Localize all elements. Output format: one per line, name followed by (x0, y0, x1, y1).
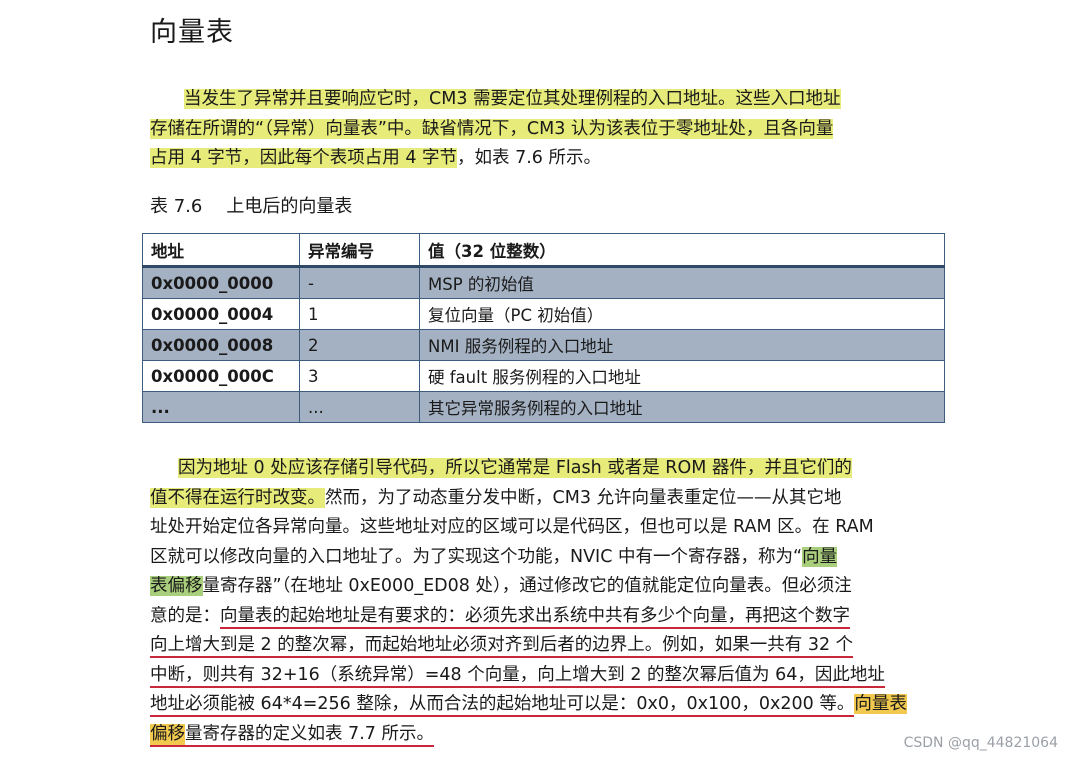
text-line: 值不得在运行时改变。然而，为了动态重分发中断，CM3 允许向量表重定位——从其它… (150, 484, 940, 514)
cell-exception-number: 3 (299, 360, 420, 392)
highlighted-text: 值不得在运行时改变。 (150, 487, 325, 508)
plain-text: 然而，为了动态重分发中断，CM3 允许向量表重定位——从其它地 (325, 487, 842, 508)
text-line: 区就可以修改向量的入口地址了。为了实现这个功能，NVIC 中有一个寄存器，称为“… (150, 543, 940, 573)
table-row: 0x0000_0004 1 复位向量（PC 初始值） (142, 298, 945, 330)
vector-table: 地址 异常编号 值（32 位整数） 0x0000_0000 - MSP 的初始值… (142, 233, 945, 423)
highlighted-text: 向量表 (854, 694, 907, 714)
cell-address: 0x0000_0000 (142, 266, 300, 299)
plain-text: 量寄存器”（在地址 0xE000_ED08 处），通过修改它的值就能定位向量表。… (202, 576, 852, 596)
header-value: 值（32 位整数） (419, 233, 945, 267)
text-line: 存储在所谓的“（异常）向量表”中。缺省情况下，CM3 认为该表位于零地址处，且各… (150, 115, 940, 145)
underlined-text: 地址必须能被 64*4=256 整除，从而合法的起始地址可以是：0x0，0x10… (150, 694, 855, 717)
paragraph-intro: 当发生了异常并且要响应它时，CM3 需要定位其处理例程的入口地址。这些入口地址 … (150, 85, 940, 174)
text-line: 向上增大到是 2 的整次幂，而起始地址必须对齐到后者的边界上。例如，如果一共有 … (150, 631, 940, 661)
text-line: 当发生了异常并且要响应它时，CM3 需要定位其处理例程的入口地址。这些入口地址 (150, 85, 940, 115)
cell-value: MSP 的初始值 (419, 266, 945, 299)
highlighted-text: 存储在所谓的“（异常）向量表”中。缺省情况下，CM3 认为该表位于零地址处，且各… (150, 118, 834, 139)
plain-text: 意的是： (150, 605, 220, 626)
header-exception-number: 异常编号 (299, 233, 420, 267)
highlighted-text: 表偏移 (150, 576, 203, 596)
underlined-text: 中断，则共有 32+16（系统异常）=48 个向量，向上增大到 2 的整次幂后值… (150, 664, 885, 688)
cell-address: ... (142, 391, 300, 423)
highlighted-text: 当发生了异常并且要响应它时，CM3 需要定位其处理例程的入口地址。这些入口地址 (184, 89, 841, 109)
cell-address: 0x0000_0008 (142, 329, 300, 361)
highlighted-text: 占用 4 字节，因此每个表项占用 4 字节 (150, 148, 458, 168)
plain-text: 区就可以修改向量的入口地址了。为了实现这个功能，NVIC 中有一个寄存器，称为“ (150, 546, 803, 567)
underlined-text: 向上增大到是 2 的整次幂，而起始地址必须对齐到后者的边界上。例如，如果一共有 … (150, 635, 854, 658)
cell-value: 复位向量（PC 初始值） (419, 298, 945, 330)
table-row: 0x0000_0008 2 NMI 服务例程的入口地址 (142, 329, 945, 361)
plain-text: ，如表 7.6 所示。 (457, 148, 601, 168)
underlined-text: 量寄存器的定义如表 7.7 所示。 (185, 723, 434, 747)
cell-exception-number: 2 (299, 329, 420, 361)
plain-text: 址处开始定位各异常向量。这些地址对应的区域可以是代码区，但也可以是 RAM 区。… (150, 517, 874, 537)
text-line: 偏移量寄存器的定义如表 7.7 所示。 (150, 720, 940, 750)
text-line: 中断，则共有 32+16（系统异常）=48 个向量，向上增大到 2 的整次幂后值… (150, 661, 940, 691)
cell-value: 硬 fault 服务例程的入口地址 (419, 360, 945, 392)
cell-exception-number: 1 (299, 298, 420, 330)
table-caption-text: 上电后的向量表 (226, 196, 353, 217)
text-line: 址处开始定位各异常向量。这些地址对应的区域可以是代码区，但也可以是 RAM 区。… (150, 513, 940, 543)
table-row: ... ... 其它异常服务例程的入口地址 (142, 391, 945, 423)
cell-value: 其它异常服务例程的入口地址 (419, 391, 945, 423)
table-number: 表 7.6 (150, 196, 203, 217)
table-row: 0x0000_000C 3 硬 fault 服务例程的入口地址 (142, 360, 945, 392)
cell-value: NMI 服务例程的入口地址 (419, 329, 945, 361)
table-header-row: 地址 异常编号 值（32 位整数） (142, 233, 945, 267)
csdn-watermark: CSDN @qq_44821064 (903, 735, 1058, 751)
cell-exception-number: - (299, 266, 420, 299)
text-line: 因为地址 0 处应该存储引导代码，所以它通常是 Flash 或者是 ROM 器件… (150, 454, 940, 484)
underlined-text: 向量表的起始地址是有要求的：必须先求出系统中共有多少个向量，再把这个数字 (220, 605, 850, 629)
header-address: 地址 (142, 233, 300, 267)
highlighted-text: 因为地址 0 处应该存储引导代码，所以它通常是 Flash 或者是 ROM 器件… (178, 458, 852, 478)
cell-address: 0x0000_000C (142, 360, 300, 392)
text-line: 地址必须能被 64*4=256 整除，从而合法的起始地址可以是：0x0，0x10… (150, 690, 940, 720)
text-line: 意的是：向量表的起始地址是有要求的：必须先求出系统中共有多少个向量，再把这个数字 (150, 602, 940, 632)
cell-exception-number: ... (299, 391, 420, 423)
section-title: 向量表 (150, 17, 234, 48)
highlighted-text: 偏移 (150, 723, 185, 747)
cell-address: 0x0000_0004 (142, 298, 300, 330)
text-line: 占用 4 字节，因此每个表项占用 4 字节，如表 7.6 所示。 (150, 144, 940, 174)
highlighted-text: 向量 (802, 546, 838, 567)
text-line: 表偏移量寄存器”（在地址 0xE000_ED08 处），通过修改它的值就能定位向… (150, 572, 940, 602)
paragraph-relocation: 因为地址 0 处应该存储引导代码，所以它通常是 Flash 或者是 ROM 器件… (150, 454, 940, 749)
table-caption: 表 7.6 上电后的向量表 (150, 192, 376, 218)
table-row: 0x0000_0000 - MSP 的初始值 (142, 266, 945, 299)
